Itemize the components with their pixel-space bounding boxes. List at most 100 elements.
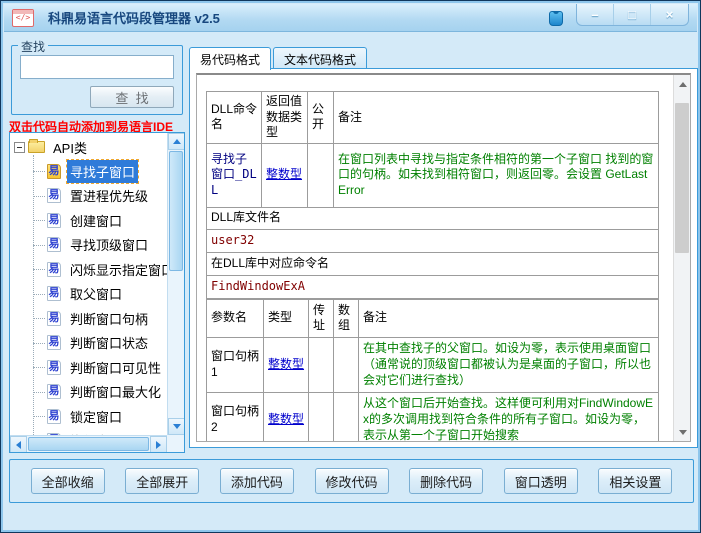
app-window: </> 科鼎易语言代码段管理器 v2.5 – □ × 查找 查 找 双击代码自动… [0,0,701,533]
collapse-all-button[interactable]: 全部收缩 [31,468,105,494]
tree-vertical-scrollbar[interactable] [167,133,184,435]
param-type-link[interactable]: 整数型 [268,412,304,426]
app-icon: </> [12,9,34,27]
param-table: 参数名 类型 传址 数组 备注 窗口句柄1 整数型 在其中查找子的父窗口。如设为… [206,299,659,441]
detail-vertical-scrollbar[interactable] [673,75,690,441]
elang-icon: 易 [47,360,61,375]
return-type-link[interactable]: 整数型 [266,167,302,181]
collapse-icon[interactable] [14,142,25,153]
elang-icon: 易 [47,335,61,350]
window-transparency-button[interactable]: 窗口透明 [504,468,578,494]
settings-button[interactable]: 相关设置 [598,468,672,494]
elang-icon: 易 [47,164,61,179]
param-remark-cell: 从这个窗口后开始查找。这样便可利用对FindWindowEx的多次调用找到符合条… [359,392,659,441]
window-controls: – □ × [576,4,689,26]
tree-vscroll-thumb[interactable] [169,151,183,271]
col-remark: 备注 [334,92,659,144]
param-remark-cell: 在其中查找子的父窗口。如设为零，表示使用桌面窗口（通常说的顶级窗口都被认为是桌面… [359,337,659,392]
scrollbar-corner [167,435,184,452]
tree-item-set-process-priority[interactable]: 易 置进程优先级 [33,184,167,209]
param-row: 窗口句柄1 整数型 在其中查找子的父窗口。如设为零，表示使用桌面窗口（通常说的顶… [207,337,659,392]
detail-vscroll-thumb[interactable] [675,103,689,253]
elang-icon: 易 [47,311,61,326]
scroll-right-icon[interactable] [150,436,167,453]
tree-item-check-window-handle[interactable]: 易 判断窗口句柄 [33,306,167,331]
scroll-up-icon[interactable] [168,133,185,150]
elang-icon: 易 [47,384,61,399]
param-array-cell [334,337,359,392]
elang-icon: 易 [47,286,61,301]
elang-icon: 易 [47,237,61,252]
param-byref-cell [309,337,334,392]
col-param-type: 类型 [264,299,309,337]
tree-root-api[interactable]: API类 [12,135,167,159]
tree-children: 易 寻找子窗口 易 置进程优先级 易 创建窗口 易 寻找顶级窗口 易 闪烁显 [33,159,167,435]
param-type-link[interactable]: 整数型 [268,357,304,371]
param-name-cell: 窗口句柄1 [207,337,264,392]
col-array: 数组 [334,299,359,337]
param-type-cell: 整数型 [264,337,309,392]
tree-item-lock-window[interactable]: 易 锁定窗口 [33,404,167,429]
search-button[interactable]: 查 找 [90,86,174,108]
delete-code-button[interactable]: 删除代码 [409,468,483,494]
param-row: 窗口句柄2 整数型 从这个窗口后开始查找。这样便可利用对FindWindowEx… [207,392,659,441]
folder-icon [28,141,45,153]
elang-icon: 易 [47,409,61,424]
public-cell [308,143,334,207]
tree-item-find-child-window[interactable]: 易 寻找子窗口 [33,159,167,184]
tree-item-find-top-window[interactable]: 易 寻找顶级窗口 [33,233,167,258]
tree-item-create-window[interactable]: 易 创建窗口 [33,208,167,233]
search-groupbox: 查找 查 找 [11,45,183,115]
dll-file-label: DLL库文件名 [207,207,659,229]
command-table: DLL命令名 返回值数据类型 公开 备注 寻找子窗口_DLL 整数型 在窗口列表… [206,91,659,299]
detail-tabpage: DLL命令名 返回值数据类型 公开 备注 寻找子窗口_DLL 整数型 在窗口列表… [189,68,698,448]
expand-all-button[interactable]: 全部展开 [125,468,199,494]
return-type-cell: 整数型 [262,143,308,207]
tree-root-label: API类 [50,136,90,159]
param-byref-cell [309,392,334,441]
dll-file-value: user32 [207,229,659,252]
skin-button[interactable] [545,8,567,28]
close-button[interactable]: × [651,4,688,25]
param-table-header: 参数名 类型 传址 数组 备注 [207,299,659,337]
detail-scroll-down-icon[interactable] [674,423,691,441]
command-name-cell: 寻找子窗口_DLL [207,143,262,207]
tree-item-get-parent-window[interactable]: 易 取父窗口 [33,282,167,307]
add-code-button[interactable]: 添加代码 [220,468,294,494]
detail-view: DLL命令名 返回值数据类型 公开 备注 寻找子窗口_DLL 整数型 在窗口列表… [196,73,691,442]
window-title: 科鼎易语言代码段管理器 v2.5 [48,8,220,27]
col-public: 公开 [308,92,334,144]
col-byref: 传址 [309,299,334,337]
tree-item-check-window-maximized[interactable]: 易 判断窗口最大化 [33,380,167,405]
command-row: 寻找子窗口_DLL 整数型 在窗口列表中寻找与指定条件相符的第一个子窗口 找到的… [207,143,659,207]
detail-scroll-up-icon[interactable] [674,75,691,93]
dll-command-label: 在DLL库中对应命令名 [207,252,659,275]
tab-text-format[interactable]: 文本代码格式 [273,47,367,69]
format-tabstrip: 易代码格式 文本代码格式 [189,47,369,69]
col-param-remark: 备注 [359,299,659,337]
param-array-cell [334,392,359,441]
search-input[interactable] [20,55,174,79]
tree-item-flash-window[interactable]: 易 闪烁显示指定窗口 [33,257,167,282]
minimize-button[interactable]: – [577,4,614,25]
tree-item-check-window-visible[interactable]: 易 判断窗口可见性 [33,355,167,380]
elang-icon: 易 [47,213,61,228]
footer-button-group: 全部收缩 全部展开 添加代码 修改代码 删除代码 窗口透明 相关设置 [9,459,694,503]
tree-item-check-window-state[interactable]: 易 判断窗口状态 [33,331,167,356]
title-bar: </> 科鼎易语言代码段管理器 v2.5 – □ × [4,4,697,32]
command-table-header: DLL命令名 返回值数据类型 公开 备注 [207,92,659,144]
search-group-label: 查找 [18,38,48,55]
maximize-button[interactable]: □ [614,4,651,25]
scroll-left-icon[interactable] [10,436,27,453]
tab-elang-format[interactable]: 易代码格式 [189,47,271,70]
elang-icon: 易 [47,262,61,277]
tree-content: API类 易 寻找子窗口 易 置进程优先级 易 创建窗口 易 寻找顶级窗口 [12,135,167,435]
col-dll-command-name: DLL命令名 [207,92,262,144]
modify-code-button[interactable]: 修改代码 [315,468,389,494]
command-remark-cell: 在窗口列表中寻找与指定条件相符的第一个子窗口 找到的窗口的句柄。如未找到相符窗口… [334,143,659,207]
code-tree[interactable]: API类 易 寻找子窗口 易 置进程优先级 易 创建窗口 易 寻找顶级窗口 [9,132,185,453]
tree-horizontal-scrollbar[interactable] [10,435,167,452]
tree-hscroll-thumb[interactable] [28,437,149,451]
param-type-cell: 整数型 [264,392,309,441]
scroll-down-icon[interactable] [168,418,185,435]
